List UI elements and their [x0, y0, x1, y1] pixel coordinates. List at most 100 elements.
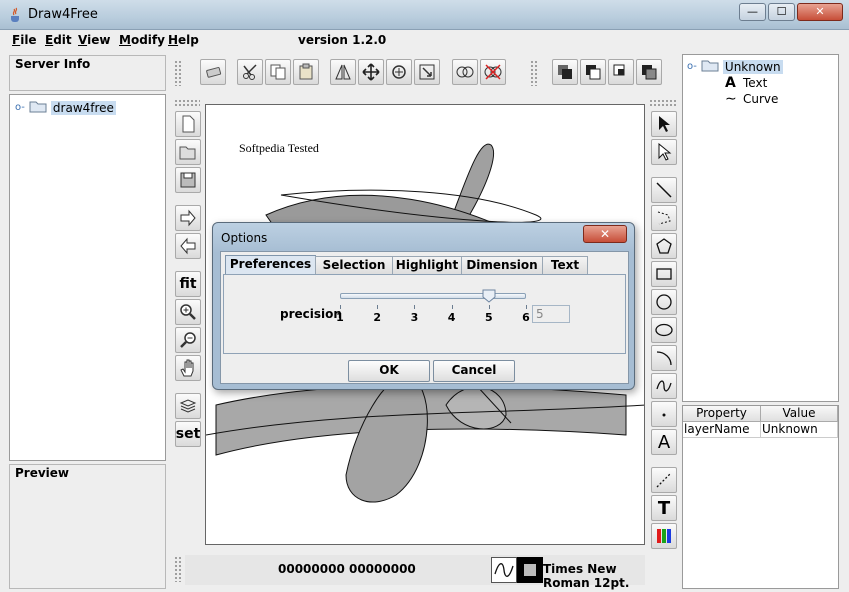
- text-frame-tool-button[interactable]: T: [651, 495, 677, 521]
- tab-dimension[interactable]: Dimension: [461, 256, 543, 275]
- precision-slider-track[interactable]: [340, 293, 526, 299]
- ungroup-button[interactable]: [480, 59, 506, 85]
- rotate-button[interactable]: [386, 59, 412, 85]
- dialog-close-button[interactable]: ✕: [583, 225, 627, 243]
- menu-modify[interactable]: Modify: [119, 33, 165, 47]
- left-toolbar-grip[interactable]: [174, 99, 200, 107]
- tab-selection[interactable]: Selection: [315, 256, 393, 275]
- toolbar-grip[interactable]: [174, 60, 182, 86]
- pan-button[interactable]: [175, 355, 201, 381]
- column-header-property[interactable]: Property: [683, 406, 761, 422]
- previous-button[interactable]: [175, 233, 201, 259]
- send-backward-button[interactable]: [608, 59, 634, 85]
- fit-button[interactable]: fit: [175, 271, 201, 297]
- property-name-cell[interactable]: layerName: [683, 422, 761, 438]
- circle-icon: [656, 294, 672, 310]
- slider-ticks: 1 2 3 4 5 6: [336, 305, 530, 335]
- folder-icon: [701, 58, 719, 75]
- rectangle-tool-button[interactable]: [651, 261, 677, 287]
- font-readout: Times New Roman 12pt.: [543, 562, 630, 590]
- zoom-in-button[interactable]: [175, 299, 201, 325]
- circle-tool-button[interactable]: [651, 289, 677, 315]
- tree-handle-icon[interactable]: o-: [687, 61, 697, 72]
- mirror-button[interactable]: [330, 59, 356, 85]
- close-button[interactable]: ✕: [797, 3, 843, 21]
- right-toolbar-grip[interactable]: [649, 99, 677, 107]
- menu-modify-label: odify: [130, 33, 165, 47]
- dialog-body: Preferences Selection Highlight Dimensio…: [220, 251, 629, 384]
- status-grip[interactable]: [174, 556, 182, 582]
- bring-forward-button[interactable]: [580, 59, 606, 85]
- menu-file[interactable]: File: [12, 33, 37, 47]
- line-icon: [656, 182, 672, 198]
- polygon-tool-button[interactable]: [651, 233, 677, 259]
- slider-tick-mark: [488, 305, 490, 309]
- dialog-title: Options: [221, 231, 268, 245]
- set-button[interactable]: set: [175, 421, 201, 447]
- tree-handle-icon[interactable]: o-: [15, 102, 25, 113]
- cancel-button[interactable]: Cancel: [433, 360, 515, 382]
- layers-button[interactable]: [175, 393, 201, 419]
- text-tool-button[interactable]: A: [651, 429, 677, 455]
- fill-color-inner: [524, 564, 536, 576]
- precision-value-field[interactable]: 5: [532, 305, 570, 323]
- curve-icon: [656, 380, 672, 392]
- zoom-out-button[interactable]: [175, 327, 201, 353]
- coordinates-readout: 00000000 00000000: [278, 562, 416, 576]
- toolbar-grip-2[interactable]: [530, 60, 538, 86]
- curve-tool-button[interactable]: [651, 373, 677, 399]
- server-tree-panel: o- draw4free: [9, 94, 166, 461]
- scale-button[interactable]: [414, 59, 440, 85]
- line-tool-button[interactable]: [651, 177, 677, 203]
- send-to-back-button[interactable]: [636, 59, 662, 85]
- menu-view[interactable]: View: [78, 33, 110, 47]
- slider-tick-label: 5: [484, 311, 493, 324]
- polyline-icon: [657, 211, 671, 225]
- eraser-icon: [206, 67, 222, 78]
- arc-tool-button[interactable]: [651, 345, 677, 371]
- next-button[interactable]: [175, 205, 201, 231]
- layers-tree-item[interactable]: ∼ Curve: [725, 91, 778, 107]
- save-button[interactable]: [175, 167, 201, 193]
- point-tool-button[interactable]: [651, 401, 677, 427]
- maximize-button[interactable]: ☐: [768, 3, 795, 21]
- move-button[interactable]: [358, 59, 384, 85]
- new-file-button[interactable]: [175, 111, 201, 137]
- layers-tree-item[interactable]: A Text: [725, 75, 767, 91]
- ellipse-tool-button[interactable]: [651, 317, 677, 343]
- menu-edit[interactable]: Edit: [45, 33, 72, 47]
- menu-help[interactable]: Help: [168, 33, 199, 47]
- fill-color-swatch[interactable]: [517, 557, 543, 583]
- bring-to-front-button[interactable]: [552, 59, 578, 85]
- slider-tick-mark: [526, 305, 527, 309]
- zoom-in-icon: [180, 304, 196, 320]
- ok-button[interactable]: OK: [348, 360, 430, 382]
- property-value-cell[interactable]: Unknown: [761, 422, 838, 438]
- eraser-button[interactable]: [200, 59, 226, 85]
- tab-text[interactable]: Text: [542, 256, 588, 275]
- server-tree-root[interactable]: o- draw4free: [15, 99, 116, 116]
- copy-button[interactable]: [265, 59, 291, 85]
- select-tool-button[interactable]: [651, 111, 677, 137]
- tab-highlight[interactable]: Highlight: [392, 256, 462, 275]
- slider-tick-label: 2: [373, 311, 382, 324]
- minimize-button[interactable]: —: [739, 3, 766, 21]
- java-app-icon: [8, 7, 22, 23]
- paste-button[interactable]: [293, 59, 319, 85]
- open-file-button[interactable]: [175, 139, 201, 165]
- preferences-tab-content: precision 123456 5: [223, 274, 626, 354]
- color-tool-button[interactable]: [651, 523, 677, 549]
- stroke-style-swatch[interactable]: [491, 557, 517, 583]
- tab-preferences[interactable]: Preferences: [225, 255, 316, 276]
- dimension-tool-button[interactable]: [651, 467, 677, 493]
- point-icon: [662, 413, 666, 417]
- direct-select-tool-button[interactable]: [651, 139, 677, 165]
- group-button[interactable]: [452, 59, 478, 85]
- preview-title: Preview: [15, 466, 70, 480]
- layers-tree-root[interactable]: o- Unknown: [687, 58, 783, 75]
- polyline-tool-button[interactable]: [651, 205, 677, 231]
- options-dialog: Options ✕ Preferences Selection Highligh…: [212, 222, 635, 390]
- precision-slider-thumb[interactable]: [482, 289, 496, 303]
- column-header-value[interactable]: Value: [761, 406, 838, 422]
- cut-button[interactable]: [237, 59, 263, 85]
